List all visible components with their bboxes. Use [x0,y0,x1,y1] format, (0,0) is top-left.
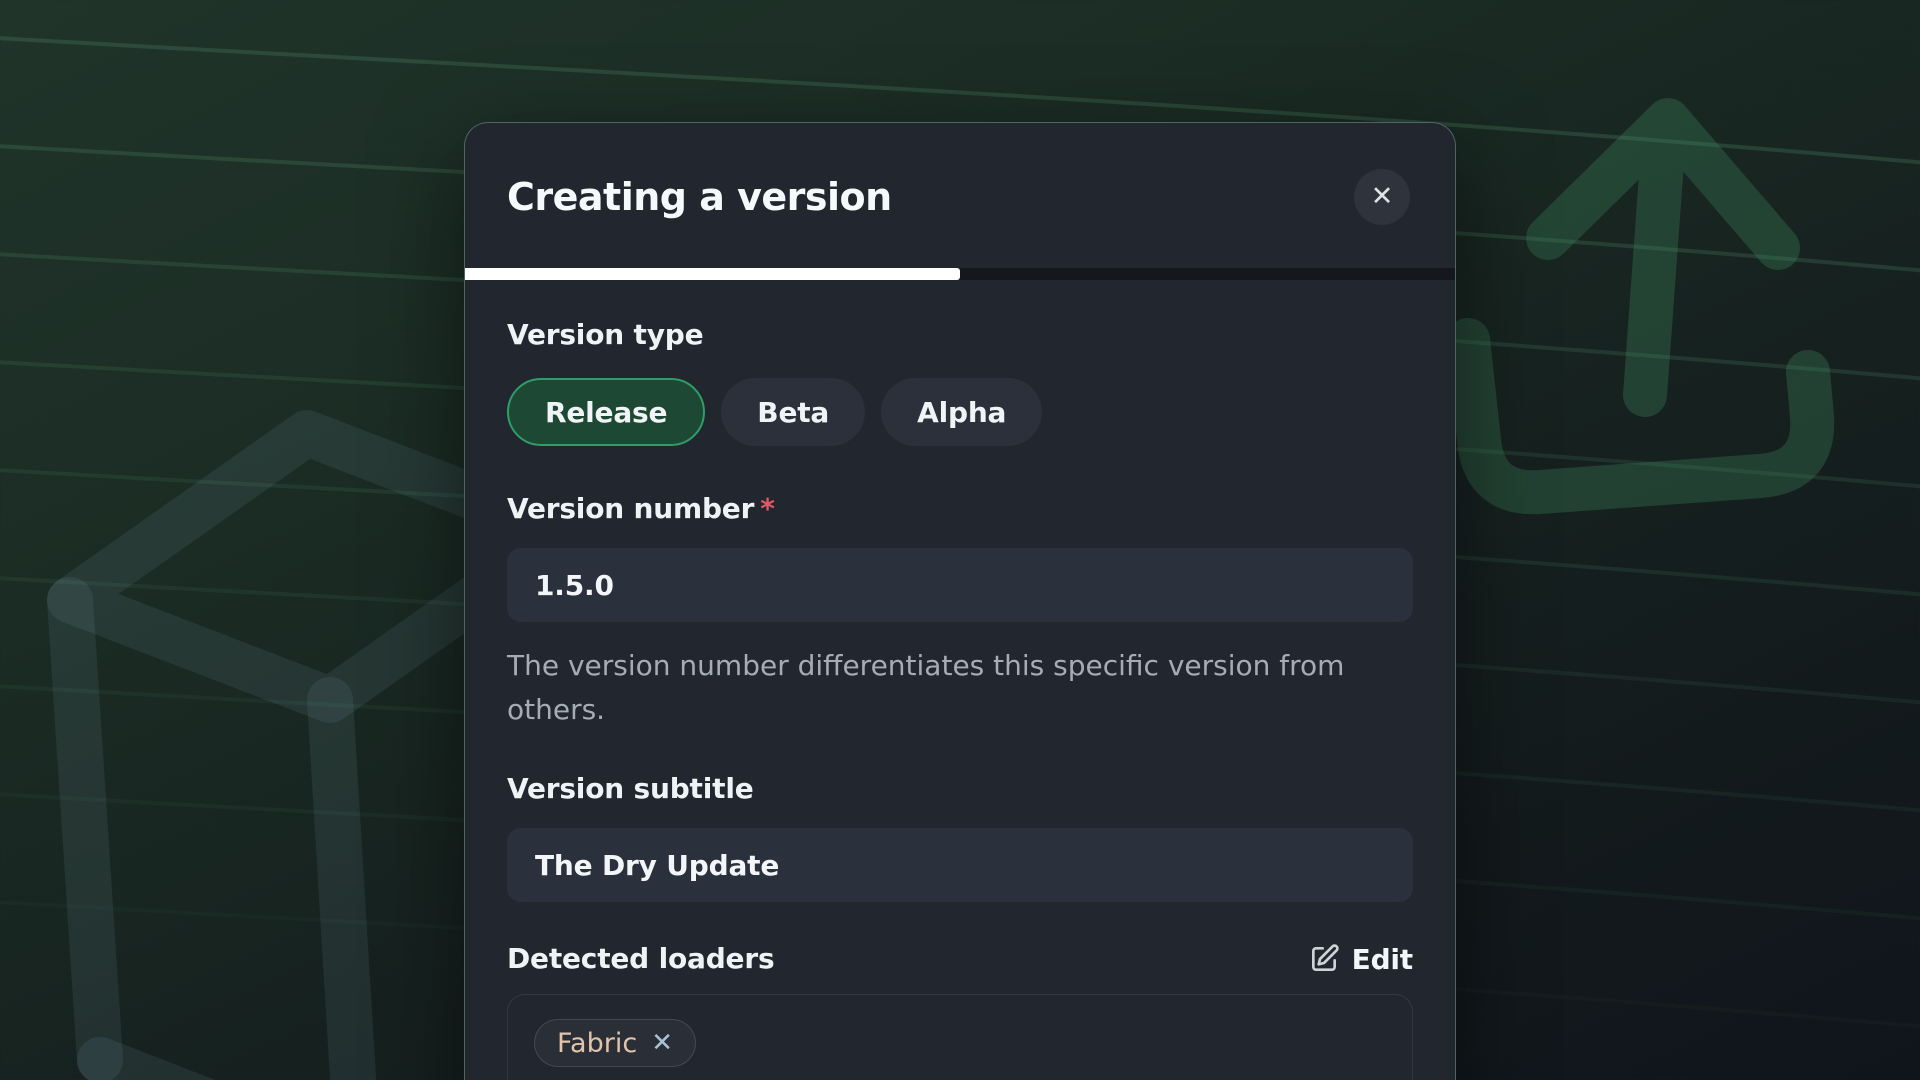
version-type-release-button[interactable]: Release [507,378,705,446]
modal-title: Creating a version [507,175,1413,219]
modal-header: Creating a version ✕ [465,123,1455,268]
detected-loaders-label: Detected loaders [507,942,774,976]
version-number-label-row: Version number* [507,492,1413,526]
version-subtitle-input[interactable] [507,828,1413,902]
loader-chip-fabric[interactable]: Fabric ✕ [534,1019,696,1067]
close-icon: ✕ [1371,169,1394,225]
progress-bar-track [465,268,1455,280]
loader-chip-label: Fabric [557,1028,637,1059]
close-button[interactable]: ✕ [1354,169,1410,225]
loader-chip-remove-button[interactable]: ✕ [651,1028,673,1058]
version-type-options: Release Beta Alpha [507,378,1413,446]
upload-arrow-icon [1468,120,1812,492]
version-type-alpha-button[interactable]: Alpha [881,378,1042,446]
required-asterisk: * [760,492,774,525]
modal-body: Version type Release Beta Alpha Version … [465,280,1455,1080]
version-type-label: Version type [507,318,1413,352]
edit-loaders-button[interactable]: Edit [1308,943,1413,976]
version-number-label: Version number [507,492,754,525]
edit-label: Edit [1352,943,1413,976]
create-version-modal: Creating a version ✕ Version type Releas… [464,122,1456,1080]
edit-icon [1308,943,1340,975]
version-number-help: The version number differentiates this s… [507,644,1367,732]
detected-loaders-box: Fabric ✕ [507,994,1413,1080]
version-type-beta-button[interactable]: Beta [721,378,865,446]
remove-icon: ✕ [651,1028,673,1058]
version-subtitle-label: Version subtitle [507,772,1413,806]
detected-loaders-row: Detected loaders Edit [507,942,1413,976]
progress-bar-fill [465,268,960,280]
version-number-input[interactable] [507,548,1413,622]
